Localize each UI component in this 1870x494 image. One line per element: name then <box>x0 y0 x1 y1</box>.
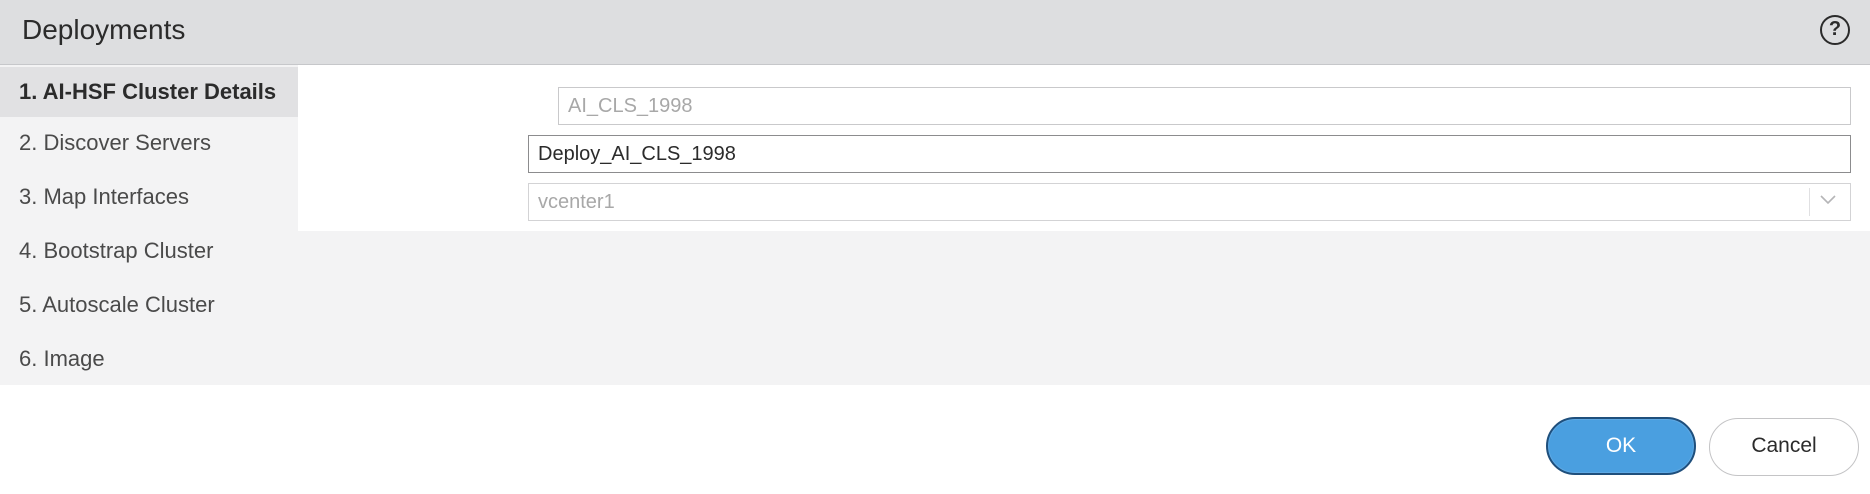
cancel-button[interactable]: Cancel <box>1709 418 1859 476</box>
help-icon[interactable]: ? <box>1820 15 1850 45</box>
dialog-header: Deployments ? <box>0 0 1870 65</box>
step-cluster-details[interactable]: 1. AI-HSF Cluster Details <box>0 67 298 117</box>
dialog-title: Deployments <box>22 14 186 45</box>
select-divider <box>1809 188 1810 216</box>
step-map-interfaces[interactable]: 3. Map Interfaces <box>0 172 298 222</box>
cluster-name-field[interactable] <box>558 87 1851 125</box>
vcenter-selected-value: vcenter1 <box>538 191 615 213</box>
step-bootstrap-cluster[interactable]: 4. Bootstrap Cluster <box>0 226 298 276</box>
chevron-down-icon <box>1820 195 1836 205</box>
step-autoscale-cluster[interactable]: 5. Autoscale Cluster <box>0 280 298 330</box>
wizard-steps-sidebar: 1. AI-HSF Cluster Details 2. Discover Se… <box>0 65 298 385</box>
deployments-dialog: Deployments ? 1. AI-HSF Cluster Details … <box>0 0 1870 494</box>
cluster-details-form: AI-HSF Cluster Name Description vCenter … <box>298 65 1870 231</box>
step-discover-servers[interactable]: 2. Discover Servers <box>0 118 298 168</box>
description-field[interactable] <box>528 135 1851 173</box>
step-image[interactable]: 6. Image <box>0 334 298 384</box>
ok-button[interactable]: OK <box>1546 417 1696 475</box>
vcenter-select[interactable]: vcenter1 <box>528 183 1851 221</box>
